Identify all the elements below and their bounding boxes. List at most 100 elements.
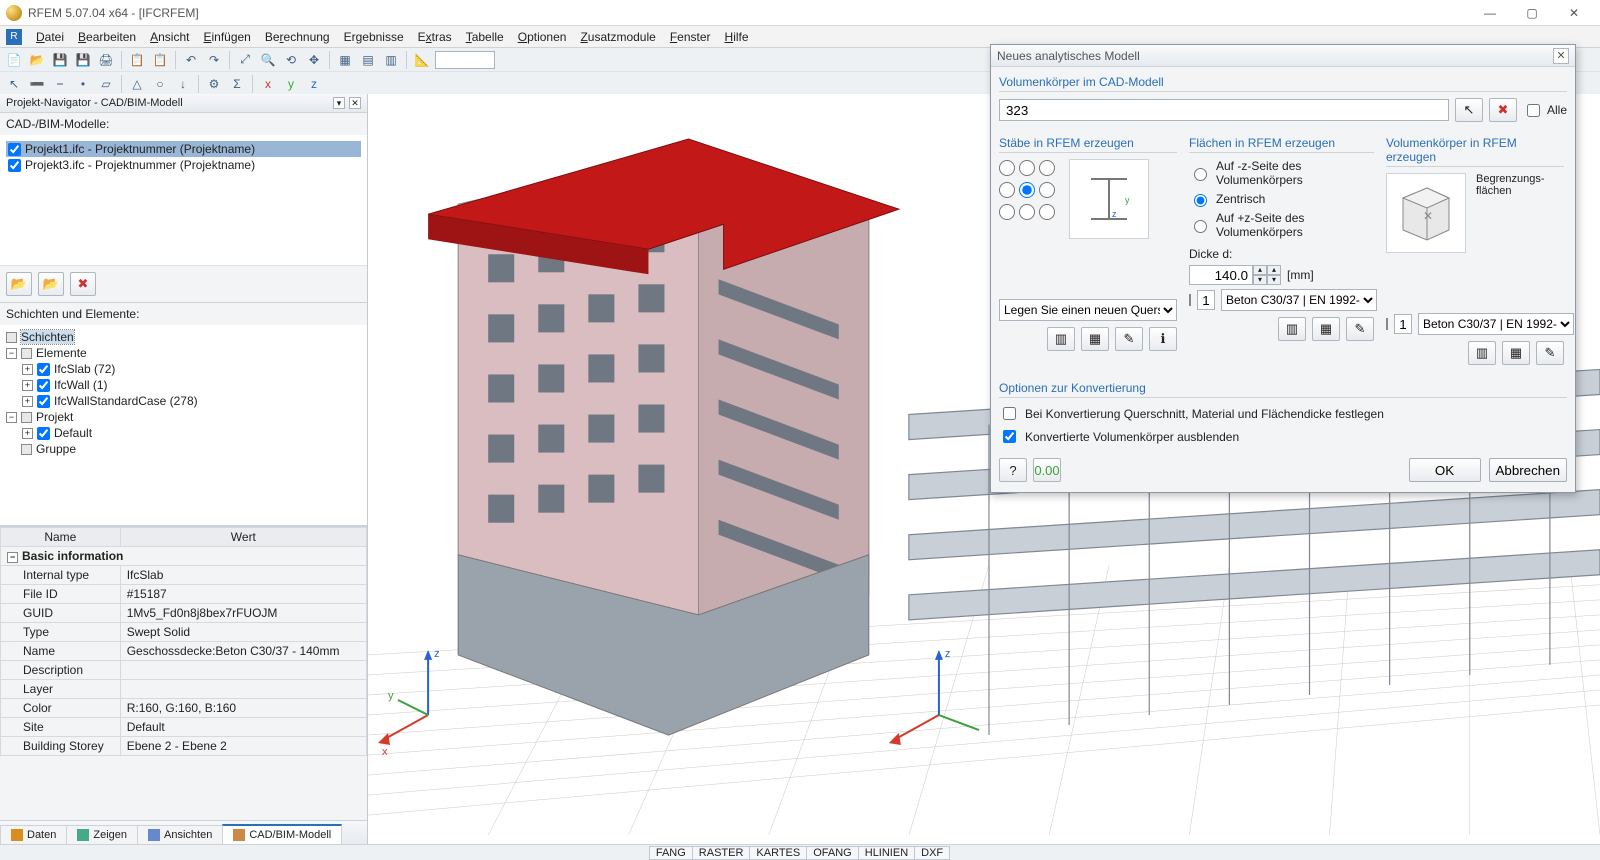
expander-ifcslab[interactable]: + (22, 364, 33, 375)
status-fang[interactable]: FANG (649, 846, 693, 860)
model-item-2[interactable]: Projekt3.ifc - Projektnummer (Projektnam… (6, 157, 361, 173)
tree-gruppe[interactable]: Gruppe (36, 442, 76, 456)
model-check-1[interactable] (8, 143, 21, 156)
expander-default[interactable]: + (22, 428, 33, 439)
zoomwin-icon[interactable]: 🔍 (258, 50, 278, 70)
paste-icon[interactable]: 📋 (150, 50, 170, 70)
load-icon[interactable]: ↓ (173, 74, 193, 94)
saveall-icon[interactable]: 💾 (73, 50, 93, 70)
mat-new-icon[interactable]: ▦ (1312, 317, 1340, 341)
new-icon[interactable]: 📄 (4, 50, 24, 70)
status-raster[interactable]: RASTER (692, 846, 751, 860)
expander-elemente[interactable]: − (6, 348, 17, 359)
alle-checkbox[interactable]: Alle (1523, 101, 1567, 120)
check-ifcslab[interactable] (37, 363, 50, 376)
open-icon[interactable]: 📂 (27, 50, 47, 70)
spin-up2-icon[interactable]: ▴ (1267, 265, 1281, 275)
menu-berechnung[interactable]: Berechnung (259, 28, 336, 46)
tree-ifcslab[interactable]: IfcSlab (72) (54, 362, 115, 376)
member-position-radio[interactable] (999, 159, 1055, 221)
maximize-button[interactable]: ▢ (1512, 2, 1552, 24)
copy-icon[interactable]: 📋 (127, 50, 147, 70)
calc-icon[interactable]: Σ (227, 74, 247, 94)
find-input[interactable] (435, 51, 495, 69)
thickness-spinner[interactable]: ▴▾ ▴▾ (1189, 265, 1281, 285)
undo-icon[interactable]: ↶ (181, 50, 201, 70)
generate-icon[interactable]: ⚙ (204, 74, 224, 94)
layers-tree[interactable]: Schichten − Elemente + IfcSlab (72) + IfcWa… (0, 325, 367, 525)
tree-ifcwallstd[interactable]: IfcWallStandardCase (278) (54, 394, 198, 408)
panel-pin-icon[interactable]: ▾ (333, 97, 345, 109)
menu-hilfe[interactable]: Hilfe (719, 28, 755, 46)
tab-cadbim[interactable]: CAD/BIM-Modell (222, 824, 342, 844)
dialog-close-icon[interactable]: ✕ (1553, 48, 1569, 64)
save-icon[interactable]: 💾 (50, 50, 70, 70)
panel-close-icon[interactable]: ✕ (349, 97, 361, 109)
mat2-edit-icon[interactable]: ✎ (1536, 341, 1564, 365)
table-icon[interactable]: ▦ (335, 50, 355, 70)
material-select-solids[interactable]: Beton C30/37 | EN 1992- (1418, 313, 1574, 335)
spin-down-icon[interactable]: ▾ (1253, 275, 1267, 285)
cs-edit-icon[interactable]: ✎ (1115, 327, 1143, 351)
select-icon[interactable]: ↖ (4, 74, 24, 94)
ok-button[interactable]: OK (1409, 458, 1481, 482)
expander-ifcwallstd[interactable]: + (22, 396, 33, 407)
hinge-icon[interactable]: ○ (150, 74, 170, 94)
check-ifcwallstd[interactable] (37, 395, 50, 408)
spin-down2-icon[interactable]: ▾ (1267, 275, 1281, 285)
models-delete-icon[interactable]: ✖ (70, 272, 96, 296)
opt-hide-checkbox[interactable]: Konvertierte Volumenkörper ausblenden (999, 427, 1567, 446)
menu-tabelle[interactable]: Tabelle (460, 28, 510, 46)
material-index-2[interactable] (1394, 314, 1412, 334)
axis-z-icon[interactable]: z (304, 74, 324, 94)
rotate-icon[interactable]: ⟲ (281, 50, 301, 70)
radio-zentrisch[interactable]: Zentrisch (1189, 191, 1374, 207)
mat2-lib-icon[interactable]: ▥ (1468, 341, 1496, 365)
minimize-button[interactable]: — (1470, 2, 1510, 24)
cancel-button[interactable]: Abbrechen (1489, 458, 1567, 482)
tab-daten[interactable]: Daten (0, 825, 67, 844)
menu-einfuegen[interactable]: Einfügen (197, 28, 256, 46)
material-index[interactable] (1197, 290, 1215, 310)
help-icon[interactable]: ? (999, 458, 1027, 482)
member-icon[interactable]: ⎯ (50, 74, 70, 94)
props-icon[interactable]: ▤ (358, 50, 378, 70)
menu-extras[interactable]: Extras (412, 28, 458, 46)
redo-icon[interactable]: ↷ (204, 50, 224, 70)
opt-convert-checkbox[interactable]: Bei Konvertierung Querschnitt, Material … (999, 404, 1567, 423)
pan-icon[interactable]: ✥ (304, 50, 324, 70)
status-kartes[interactable]: KARTES (749, 846, 807, 860)
measure-icon[interactable]: 📐 (412, 50, 432, 70)
model-check-2[interactable] (8, 159, 21, 172)
tree-schichten[interactable]: Schichten (21, 330, 74, 344)
check-default[interactable] (37, 427, 50, 440)
surface-icon[interactable]: ▱ (96, 74, 116, 94)
close-button[interactable]: ✕ (1554, 2, 1594, 24)
mat-edit-icon[interactable]: ✎ (1346, 317, 1374, 341)
status-dxf[interactable]: DXF (914, 846, 950, 860)
units-icon[interactable]: 0.00 (1033, 458, 1061, 482)
menu-ergebnisse[interactable]: Ergebnisse (338, 28, 410, 46)
expander-projekt[interactable]: − (6, 412, 17, 423)
tree-elemente[interactable]: Elemente (36, 346, 87, 360)
zoomfit-icon[interactable]: ⤢ (235, 50, 255, 70)
mat2-new-icon[interactable]: ▦ (1502, 341, 1530, 365)
check-ifcwall[interactable] (37, 379, 50, 392)
nav-icon[interactable]: ▥ (381, 50, 401, 70)
models-open2-icon[interactable]: 📂 (38, 272, 64, 296)
tree-default[interactable]: Default (54, 426, 92, 440)
pick-icon[interactable]: ↖ (1455, 98, 1483, 122)
models-open-icon[interactable]: 📂 (6, 272, 32, 296)
model-item-1[interactable]: Projekt1.ifc - Projektnummer (Projektnam… (6, 141, 361, 157)
expander-basicinfo[interactable]: − (7, 552, 18, 563)
mat-lib-icon[interactable]: ▥ (1278, 317, 1306, 341)
radio-minus-z[interactable]: Auf -z-Seite des Volumenkörpers (1189, 159, 1374, 187)
tab-ansichten[interactable]: Ansichten (137, 825, 223, 844)
menu-ansicht[interactable]: Ansicht (144, 28, 195, 46)
app-menu-icon[interactable]: R (6, 29, 22, 45)
node-icon[interactable]: • (73, 74, 93, 94)
menu-zusatzmodule[interactable]: Zusatzmodule (574, 28, 661, 46)
spin-up-icon[interactable]: ▴ (1253, 265, 1267, 275)
tree-projekt[interactable]: Projekt (36, 410, 73, 424)
cs-lib-icon[interactable]: ▥ (1047, 327, 1075, 351)
